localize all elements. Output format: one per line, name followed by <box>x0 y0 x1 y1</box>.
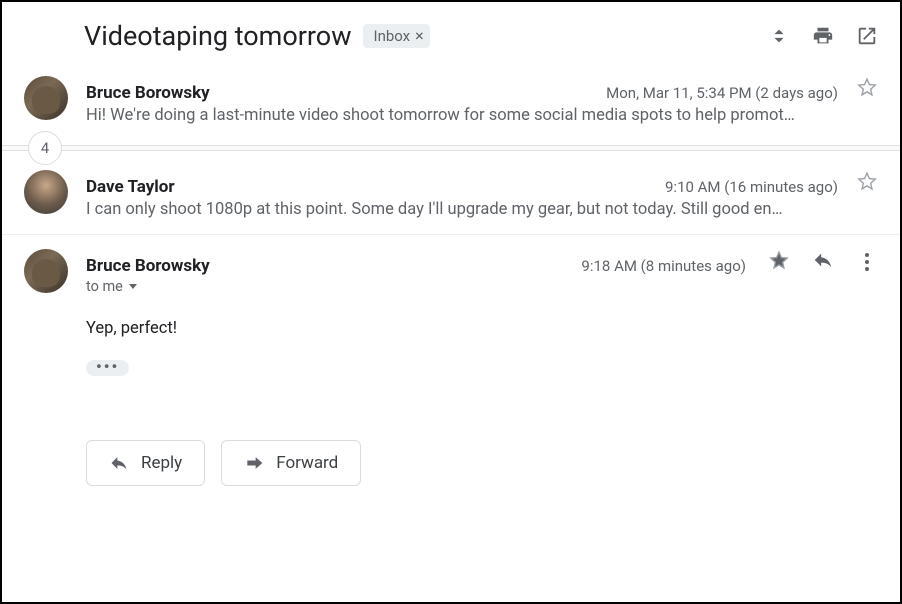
sender-name: Dave Taylor <box>86 177 175 197</box>
reply-button-label: Reply <box>141 453 182 473</box>
message-snippet: Hi! We're doing a last-minute video shoo… <box>86 106 878 125</box>
thread-header: Videotaping tomorrow Inbox × <box>2 2 900 62</box>
show-details-icon[interactable] <box>129 284 137 289</box>
message-collapsed[interactable]: Dave Taylor 9:10 AM (16 minutes ago) I c… <box>2 156 900 234</box>
email-thread-view: Videotaping tomorrow Inbox × Bruce Borow… <box>0 0 902 604</box>
avatar <box>24 249 68 293</box>
header-toolbar <box>768 25 878 47</box>
message-collapsed[interactable]: Bruce Borowsky Mon, Mar 11, 5:34 PM (2 d… <box>2 62 900 140</box>
message-timestamp: Mon, Mar 11, 5:34 PM (2 days ago) <box>606 84 838 102</box>
thread-subject: Videotaping tomorrow <box>84 20 351 52</box>
print-icon[interactable] <box>812 25 834 47</box>
label-text: Inbox <box>373 27 410 45</box>
inbox-label-chip[interactable]: Inbox × <box>363 24 429 48</box>
reply-button[interactable]: Reply <box>86 440 205 486</box>
avatar <box>24 76 68 120</box>
reply-icon[interactable] <box>812 249 834 275</box>
open-new-window-icon[interactable] <box>856 25 878 47</box>
expand-all-icon[interactable] <box>768 25 790 47</box>
message-timestamp: 9:18 AM (8 minutes ago) <box>581 257 746 275</box>
star-icon[interactable] <box>768 249 790 275</box>
collapsed-messages-indicator[interactable]: 4 <box>2 140 900 156</box>
sender-name: Bruce Borowsky <box>86 256 210 276</box>
message-timestamp: 9:10 AM (16 minutes ago) <box>665 178 838 196</box>
forward-button-label: Forward <box>276 453 338 473</box>
recipients-line[interactable]: to me <box>86 278 878 295</box>
message-expanded: Bruce Borowsky 9:18 AM (8 minutes ago) t… <box>2 235 900 390</box>
avatar <box>24 170 68 214</box>
remove-label-icon[interactable]: × <box>415 28 424 44</box>
message-body: Yep, perfect! <box>86 319 878 338</box>
action-buttons-row: Reply Forward <box>2 390 900 508</box>
star-icon[interactable] <box>856 76 878 102</box>
sender-name: Bruce Borowsky <box>86 83 210 103</box>
show-trimmed-content-icon[interactable]: ••• <box>86 360 129 376</box>
forward-button[interactable]: Forward <box>221 440 361 486</box>
star-icon[interactable] <box>856 170 878 196</box>
more-menu-icon[interactable] <box>856 253 878 271</box>
recipients-text: to me <box>86 278 123 295</box>
message-snippet: I can only shoot 1080p at this point. So… <box>86 200 878 219</box>
